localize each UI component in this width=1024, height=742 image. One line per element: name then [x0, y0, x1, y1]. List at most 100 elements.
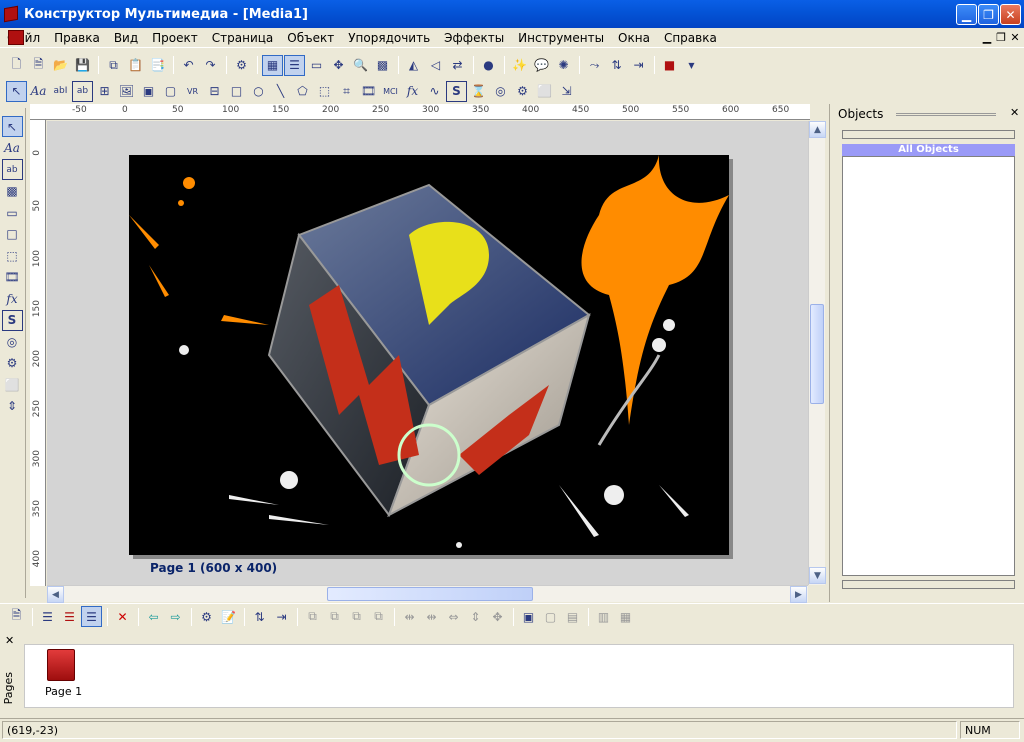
label-icon[interactable]: abI — [50, 81, 71, 102]
frame-icon[interactable]: ▢ — [160, 81, 181, 102]
fx-tool-icon[interactable]: fx — [2, 288, 23, 309]
document-icon[interactable] — [8, 30, 24, 45]
undo-icon[interactable]: ↶ — [178, 55, 199, 76]
object-manager-icon[interactable]: ⚙ — [231, 55, 252, 76]
same-height-icon[interactable]: ▦ — [615, 606, 636, 627]
frame-tool-icon[interactable]: ▭ — [2, 202, 23, 223]
picture-tool-icon[interactable]: ▩ — [2, 181, 23, 202]
all-objects-tab[interactable]: All Objects — [842, 144, 1015, 156]
vertical-scrollbar[interactable]: ▲ ▼ — [808, 121, 826, 585]
mci-icon[interactable]: MCI — [380, 81, 401, 102]
text-tool-icon[interactable]: Aa — [2, 138, 23, 159]
menu-edit[interactable]: Правка — [47, 29, 107, 47]
page-settings-icon[interactable]: ⚙ — [196, 606, 217, 627]
button-icon[interactable]: ⊞ — [94, 81, 115, 102]
zoom-icon[interactable]: 🔍 — [350, 55, 371, 76]
tooltip-icon[interactable]: ⬜ — [534, 81, 555, 102]
menu-help[interactable]: Справка — [657, 29, 724, 47]
sort-icon[interactable]: ⇅ — [606, 55, 627, 76]
mdi-minimize-icon[interactable]: ▁ — [980, 31, 994, 44]
fx-icon[interactable]: fx — [402, 81, 423, 102]
target-icon[interactable]: ◎ — [490, 81, 511, 102]
film-tool-icon[interactable]: 🎞 — [2, 267, 23, 288]
menu-arrange[interactable]: Упорядочить — [341, 29, 437, 47]
s-icon[interactable]: S — [446, 80, 467, 102]
resize-icon[interactable]: ⇲ — [556, 81, 577, 102]
save-icon[interactable]: 💾 — [72, 55, 93, 76]
scroll-left-icon[interactable]: ◀ — [47, 586, 64, 603]
scroll-down-icon[interactable]: ▼ — [809, 567, 826, 584]
copy-icon[interactable]: ⧉ — [103, 55, 124, 76]
line-icon[interactable]: ╲ — [270, 81, 291, 102]
paste-special-icon[interactable]: 📑 — [147, 55, 168, 76]
pages-view-icon[interactable]: ☰ — [37, 606, 58, 627]
pages-close-icon[interactable]: ✕ — [5, 634, 14, 647]
menu-view[interactable]: Вид — [107, 29, 145, 47]
scroll-right-icon[interactable]: ▶ — [790, 586, 807, 603]
target-tool-icon[interactable]: ◎ — [2, 331, 23, 352]
magic-wand-icon[interactable]: ✨ — [509, 55, 530, 76]
page-icon[interactable]: ▭ — [306, 55, 327, 76]
page-list-icon[interactable]: ☰ — [284, 54, 305, 76]
same-width-icon[interactable]: ▥ — [593, 606, 614, 627]
selection-tool-icon[interactable]: ⬚ — [2, 245, 23, 266]
group-icon[interactable]: ▣ — [518, 606, 539, 627]
pages-list-icon[interactable]: ☰ — [81, 606, 102, 627]
new-file-icon[interactable]: 🗋 — [6, 55, 27, 76]
circle-icon[interactable]: ● — [478, 55, 499, 76]
open-folder-icon[interactable]: 📂 — [50, 55, 71, 76]
rect-tool-icon[interactable]: □ — [2, 224, 23, 245]
design-canvas[interactable]: Page 1 (600 x 400) — [47, 121, 808, 585]
distribute-h-icon[interactable]: ⇹ — [399, 606, 420, 627]
s-tool-icon[interactable]: S — [1, 309, 23, 331]
page-export-icon[interactable]: ⇥ — [271, 606, 292, 627]
flip-icon[interactable]: ◭ — [403, 55, 424, 76]
pages-red-icon[interactable]: ☰ — [59, 606, 80, 627]
image-icon[interactable]: 🖼 — [116, 81, 137, 102]
space-h-icon[interactable]: ⇔ — [443, 606, 464, 627]
menu-effects[interactable]: Эффекты — [437, 29, 511, 47]
objects-bottom-bar[interactable] — [842, 580, 1015, 589]
chevron-down-icon[interactable]: ▼ — [681, 55, 702, 76]
pointer-tool-icon[interactable]: ↖ — [1, 116, 23, 137]
close-button[interactable]: ✕ — [1000, 4, 1021, 25]
vr-icon[interactable]: VR — [182, 81, 203, 102]
page-artboard[interactable] — [129, 155, 729, 555]
mdi-close-icon[interactable]: ✕ — [1008, 31, 1022, 44]
objects-list[interactable] — [842, 156, 1015, 576]
grid-icon[interactable]: ▩ — [372, 55, 393, 76]
new-page-icon[interactable]: 🗎 — [28, 55, 49, 76]
delete-icon[interactable]: ✕ — [112, 606, 133, 627]
transform-icon[interactable]: ⇄ — [447, 55, 468, 76]
same-size-icon[interactable]: ▤ — [562, 606, 583, 627]
component-tool-icon[interactable]: ⚙ — [2, 353, 23, 374]
menu-object[interactable]: Объект — [280, 29, 341, 47]
mdi-restore-icon[interactable]: ❐ — [994, 31, 1008, 44]
film-strip-icon[interactable]: ▦ — [262, 54, 283, 76]
rectangle-icon[interactable]: □ — [226, 81, 247, 102]
move-icon[interactable]: ✥ — [328, 55, 349, 76]
film-icon[interactable]: 🎞 — [358, 81, 379, 102]
align-right-icon[interactable]: ⧉ — [346, 606, 367, 627]
speech-bubble-icon[interactable]: 💬 — [531, 55, 552, 76]
maximize-button[interactable]: ❐ — [978, 4, 999, 25]
menu-project[interactable]: Проект — [145, 29, 205, 47]
export-icon[interactable]: ⇥ — [628, 55, 649, 76]
panel-close-icon[interactable]: ✕ — [1010, 106, 1019, 119]
tooltip-tool-icon[interactable]: ⬜ — [2, 374, 23, 395]
polygon-icon[interactable]: ⬠ — [292, 81, 313, 102]
text-icon[interactable]: Aa — [28, 81, 49, 102]
window-icon[interactable]: ⊟ — [204, 81, 225, 102]
ellipse-icon[interactable]: ○ — [248, 81, 269, 102]
menu-page[interactable]: Страница — [205, 29, 281, 47]
mirror-icon[interactable]: ◁ — [425, 55, 446, 76]
align-top-icon[interactable]: ⧉ — [368, 606, 389, 627]
timer-icon[interactable]: ⌛ — [468, 81, 489, 102]
cube-icon[interactable]: ■ — [659, 55, 680, 76]
align-center-icon[interactable]: ⧉ — [324, 606, 345, 627]
order-icon[interactable]: ⇅ — [249, 606, 270, 627]
paste-icon[interactable]: 📋 — [125, 55, 146, 76]
page-thumbnail-icon[interactable] — [47, 649, 75, 681]
resize-tool-icon[interactable]: ⇕ — [2, 396, 23, 417]
align-left-icon[interactable]: ⧉ — [302, 606, 323, 627]
